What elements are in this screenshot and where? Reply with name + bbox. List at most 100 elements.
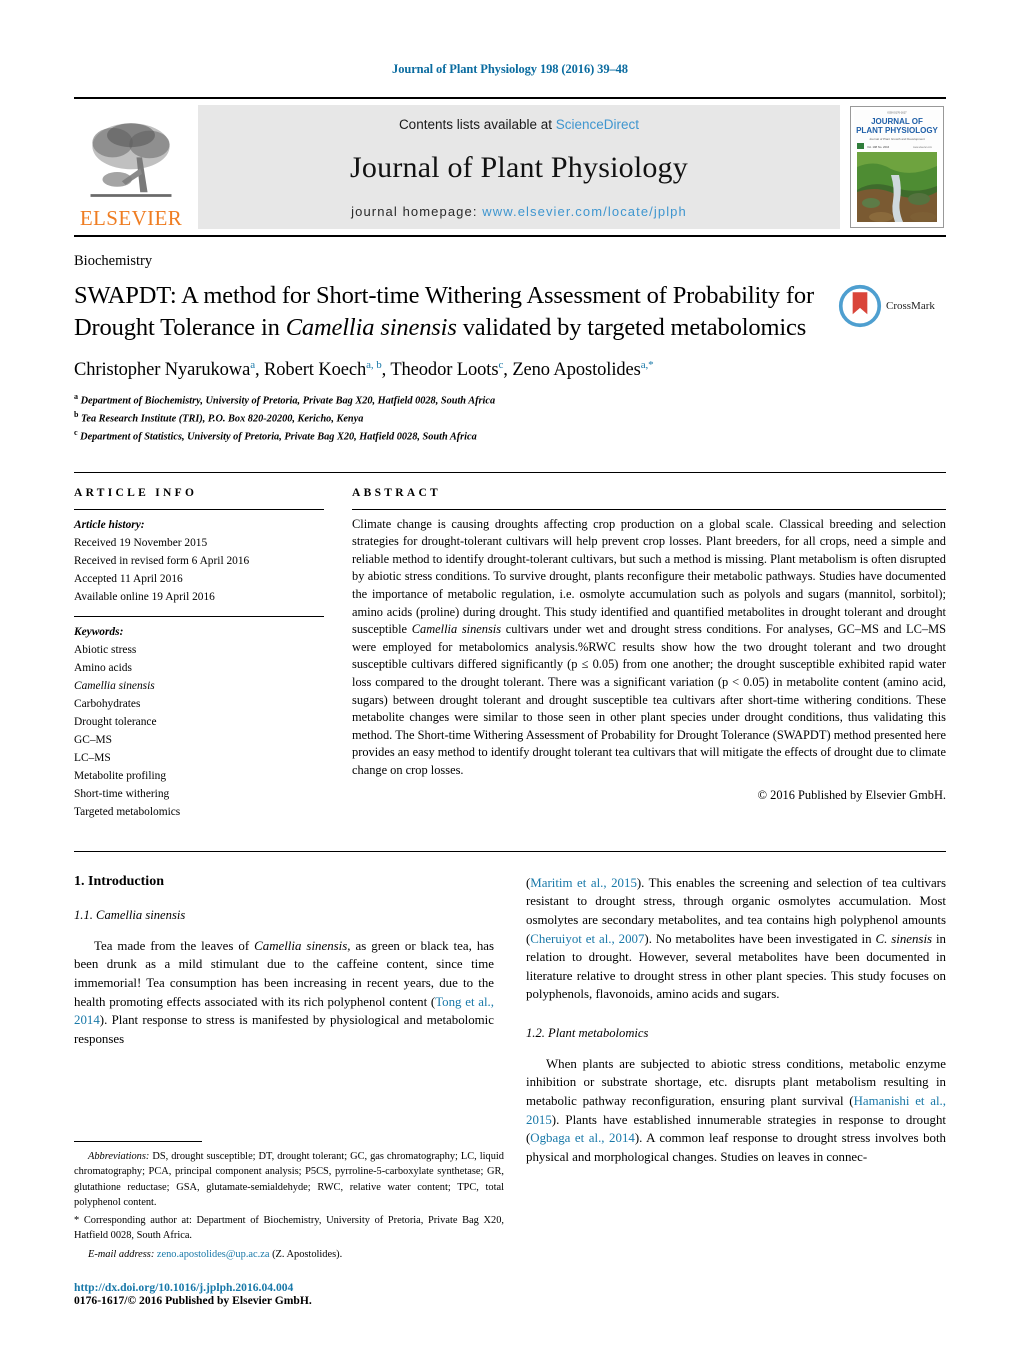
article-first-page: Journal of Plant Physiology 198 (2016) 3…: [0, 0, 1020, 1351]
email-label: E-mail address:: [88, 1248, 155, 1260]
abstract-species: Camellia sinensis: [411, 622, 502, 637]
elsevier-wordmark: ELSEVIER: [79, 206, 183, 230]
author-affil-mark: a,*: [640, 359, 654, 372]
doi-block: http://dx.doi.org/10.1016/j.jplph.2016.0…: [74, 1281, 504, 1307]
keywords-list: Keywords: Abiotic stress Amino acids Cam…: [74, 623, 324, 821]
affiliation-text: Tea Research Institute (TRI), P.O. Box 8…: [81, 413, 364, 425]
para-species: C. sinensis: [875, 931, 933, 946]
homepage-link[interactable]: www.elsevier.com/locate/jplph: [482, 204, 687, 219]
sciencedirect-link[interactable]: ScienceDirect: [556, 117, 639, 132]
affiliation-text: Department of Biochemistry, University o…: [80, 395, 496, 407]
body-column-left: 1. Introduction 1.1. Camellia sinensis T…: [74, 874, 494, 1179]
elsevier-logo: ELSEVIER: [74, 103, 188, 231]
keyword-item: Short-time withering: [74, 787, 170, 800]
crossmark-badge[interactable]: CrossMark: [838, 280, 946, 328]
doi-link[interactable]: http://dx.doi.org/10.1016/j.jplph.2016.0…: [74, 1281, 504, 1294]
affiliation: b Tea Research Institute (TRI), P.O. Box…: [74, 409, 824, 427]
article-history-label: Article history:: [74, 518, 145, 531]
email-link[interactable]: zeno.apostolides@up.ac.za: [157, 1249, 270, 1260]
history-item: Received in revised form 6 April 2016: [74, 554, 250, 567]
keyword-item: GC–MS: [74, 733, 112, 746]
keyword-item: Carbohydrates: [74, 697, 141, 710]
affiliation-text: Department of Statistics, University of …: [80, 431, 477, 443]
abstract-part-2: cultivars under wet and drought stress c…: [352, 622, 946, 778]
title-species: Camellia sinensis: [285, 313, 457, 341]
footnotes-block: Abbreviations: DS, drought susceptible; …: [74, 1140, 504, 1265]
affiliation: c Department of Statistics, University o…: [74, 427, 824, 445]
author-name: Theodor Loots: [390, 360, 499, 381]
citation-link[interactable]: Cheruiyot et al., 2007: [530, 932, 644, 946]
abbreviations-footnote: Abbreviations: DS, drought susceptible; …: [74, 1149, 504, 1210]
paragraph: When plants are subjected to abiotic str…: [526, 1055, 946, 1166]
abstract-column: ABSTRACT Climate change is causing droug…: [352, 487, 946, 821]
citation-link[interactable]: Maritim et al., 2015: [530, 876, 637, 890]
title-row: SWAPDT: A method for Short-time Witherin…: [74, 280, 946, 446]
para-species: Camellia sinensis: [254, 938, 348, 953]
affiliation-mark: c: [74, 428, 78, 438]
journal-title: Journal of Plant Physiology: [350, 151, 688, 184]
homepage-prefix: journal homepage:: [351, 204, 483, 219]
para-text: ). Plant response to stress is manifeste…: [74, 1013, 494, 1046]
author-name: Christopher Nyarukowa: [74, 360, 251, 381]
abstract-copyright: © 2016 Published by Elsevier GmbH.: [757, 787, 946, 802]
email-footnote: E-mail address: zeno.apostolides@up.ac.z…: [74, 1247, 504, 1262]
crossmark-icon: [838, 284, 882, 328]
divider: [352, 508, 946, 510]
history-item: Available online 19 April 2016: [74, 590, 215, 603]
subject-category: Biochemistry: [74, 253, 153, 269]
info-abstract-section: ARTICLE INFO Article history: Received 1…: [74, 471, 946, 821]
title-part-2: validated by targeted metabolomics: [456, 313, 807, 341]
keyword-item: Abiotic stress: [74, 643, 137, 656]
keyword-item: Amino acids: [74, 661, 132, 674]
affiliation-mark: b: [74, 410, 79, 420]
subsection-heading-plant-metabolomics: 1.2. Plant metabolomics: [526, 1025, 649, 1040]
author-name: Zeno Apostolides: [512, 360, 641, 381]
crossmark-label: CrossMark: [886, 300, 935, 312]
section-heading-introduction: 1. Introduction: [74, 873, 164, 889]
para-text: Tea made from the leaves of: [94, 938, 255, 953]
contents-prefix: Contents lists available at: [398, 117, 556, 132]
contents-available-line: Contents lists available at ScienceDirec…: [399, 117, 639, 132]
email-suffix: (Z. Apostolides).: [269, 1248, 343, 1260]
abbreviations-label: Abbreviations:: [88, 1150, 150, 1162]
article-history: Article history: Received 19 November 20…: [74, 516, 324, 606]
corresponding-author-footnote: * Corresponding author at: Department of…: [74, 1215, 504, 1242]
author-sep: ,: [503, 360, 513, 381]
footnote-divider: [74, 1140, 202, 1142]
title-column: SWAPDT: A method for Short-time Witherin…: [74, 280, 838, 446]
journal-cover: ISSN 0176-1617 JOURNAL OF PLANT PHYSIOLO…: [848, 103, 946, 231]
svg-text:PLANT PHYSIOLOGY: PLANT PHYSIOLOGY: [856, 126, 938, 135]
divider: [74, 615, 324, 617]
keyword-item: Camellia sinensis: [74, 679, 155, 692]
author-sep: ,: [381, 360, 391, 381]
svg-text:Journal of Plant Growth and De: Journal of Plant Growth and Development: [869, 137, 925, 141]
author-affil-mark: a, b: [366, 359, 382, 372]
affiliation: a Department of Biochemistry, University…: [74, 391, 824, 409]
svg-text:Vol. 198 No. 2016: Vol. 198 No. 2016: [867, 145, 890, 149]
elsevier-tree-icon: [90, 123, 172, 197]
masthead-center: Contents lists available at ScienceDirec…: [198, 105, 840, 229]
page-title: SWAPDT: A method for Short-time Witherin…: [74, 280, 824, 343]
body-columns: 1. Introduction 1.1. Camellia sinensis T…: [74, 850, 946, 1179]
svg-text:ISSN 0176-1617: ISSN 0176-1617: [887, 111, 907, 115]
keyword-item: Drought tolerance: [74, 715, 157, 728]
keyword-item: Metabolite profiling: [74, 769, 167, 782]
citation-link[interactable]: Ogbaga et al., 2014: [530, 1131, 635, 1145]
body-column-right: (Maritim et al., 2015). This enables the…: [526, 874, 946, 1179]
svg-text:www.elsevier.com: www.elsevier.com: [913, 146, 932, 149]
history-item: Accepted 11 April 2016: [74, 572, 183, 585]
paragraph: (Maritim et al., 2015). This enables the…: [526, 874, 946, 1004]
article-info-column: ARTICLE INFO Article history: Received 1…: [74, 487, 352, 821]
journal-masthead: ELSEVIER Contents lists available at Sci…: [74, 97, 946, 237]
subsection-heading-camellia-sinensis: 1.1. Camellia sinensis: [74, 907, 186, 922]
divider: [74, 508, 324, 510]
author-list: Christopher Nyarukowaa, Robert Koecha, b…: [74, 359, 824, 381]
paragraph: Tea made from the leaves of Camellia sin…: [74, 937, 494, 1048]
author-name: Robert Koech: [264, 360, 367, 381]
issn-copyright-line: 0176-1617/© 2016 Published by Elsevier G…: [74, 1294, 312, 1307]
svg-text:JOURNAL OF: JOURNAL OF: [871, 117, 923, 126]
history-item: Received 19 November 2015: [74, 536, 208, 549]
keyword-item: Targeted metabolomics: [74, 805, 181, 818]
abstract-heading: ABSTRACT: [352, 486, 442, 499]
article-info-heading: ARTICLE INFO: [74, 486, 198, 499]
